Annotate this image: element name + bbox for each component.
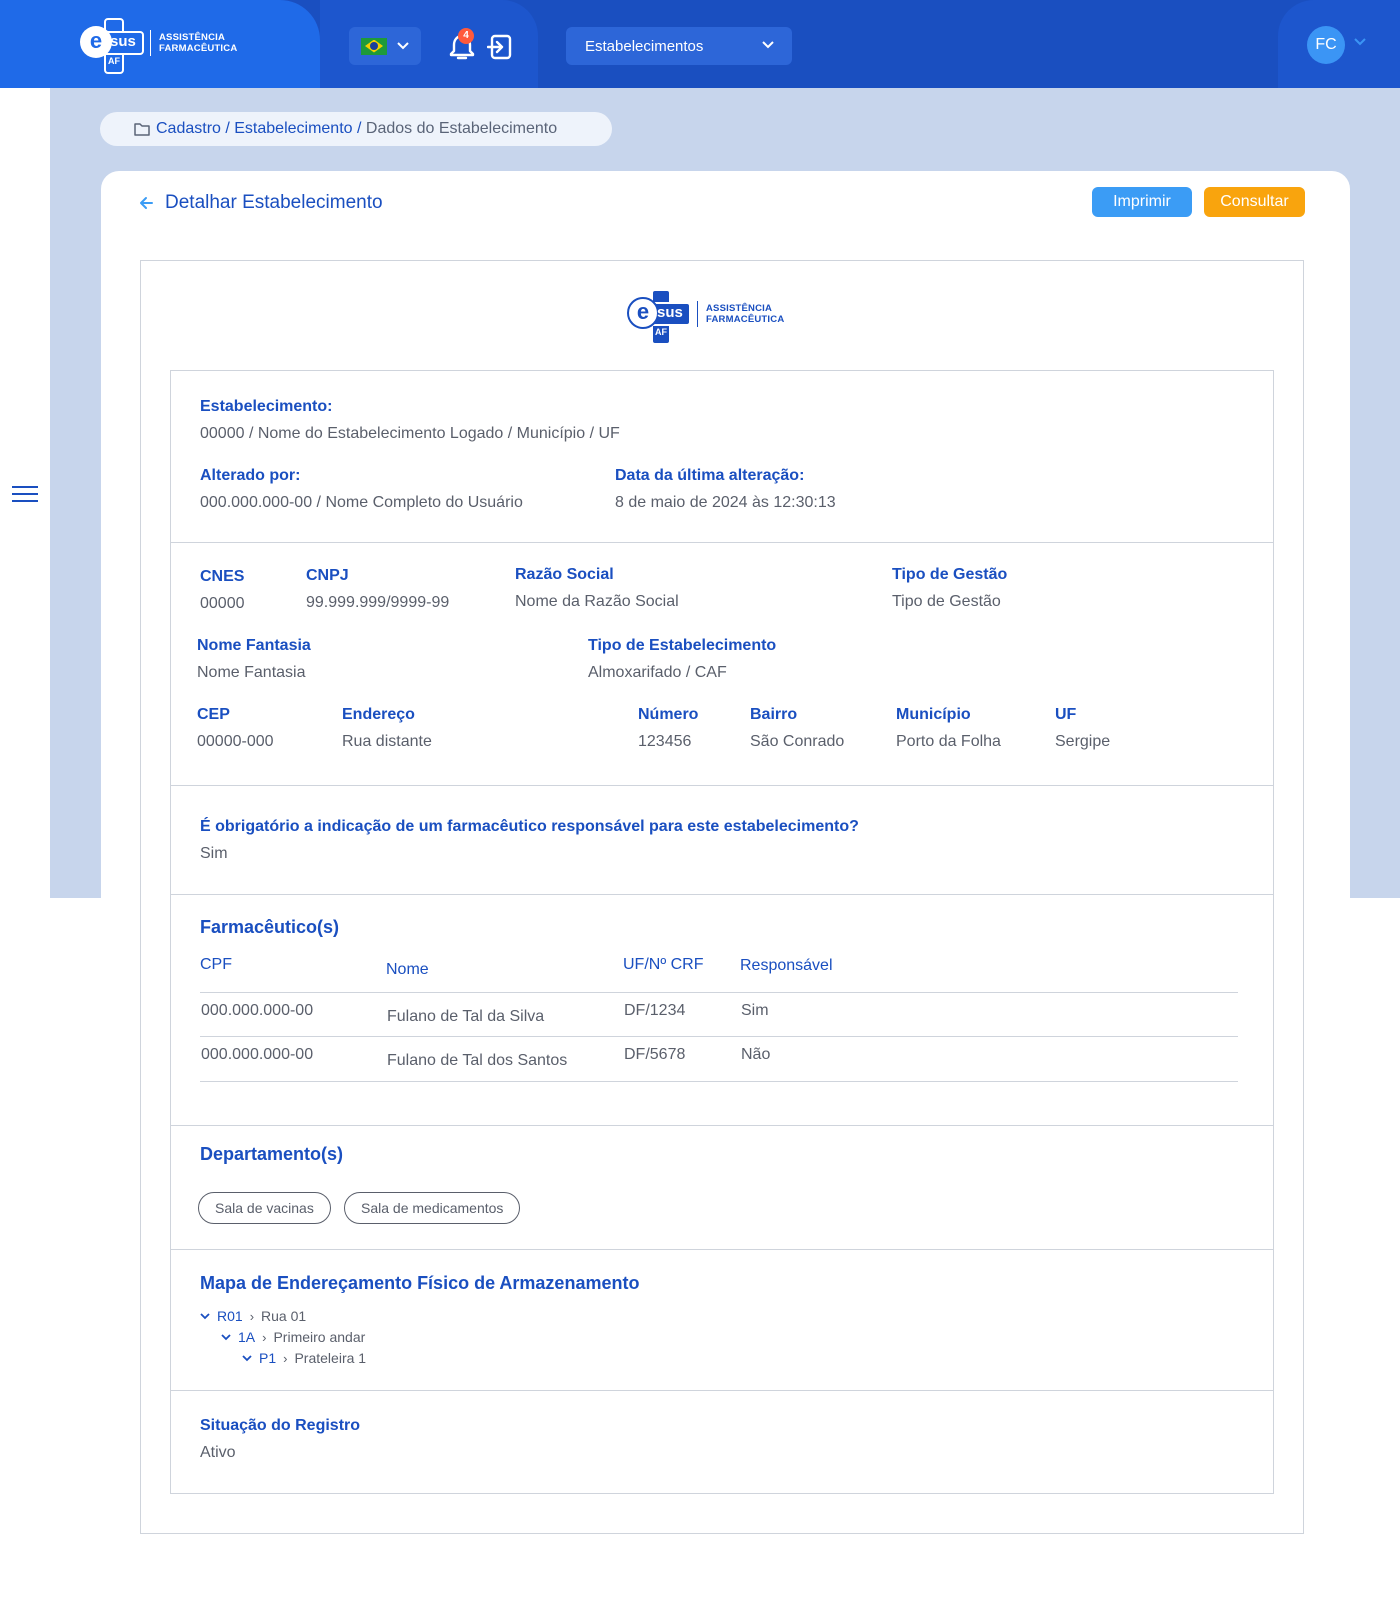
last-change-value: 8 de maio de 2024 às 12:30:13 xyxy=(615,494,836,511)
app-logo[interactable]: e sus AF ASSISTÊNCIA FARMACÊUTICA xyxy=(80,18,238,74)
folder-icon xyxy=(134,123,150,136)
uf-value: Sergipe xyxy=(1055,733,1111,750)
tipo-estabelecimento-label: Tipo de Estabelecimento xyxy=(588,637,777,654)
table-divider xyxy=(200,992,1238,993)
section-divider xyxy=(170,542,1274,543)
tipo-estabelecimento-value: Almoxarifado / CAF xyxy=(588,664,727,681)
section-divider xyxy=(170,1390,1274,1391)
chevron-down-icon[interactable] xyxy=(1354,38,1366,46)
breadcrumb: Cadastro / Estabelecimento / Dados do Es… xyxy=(100,112,612,146)
endereco-label: Endereço xyxy=(342,706,415,723)
nome-cell: Fulano de Tal dos Santos xyxy=(387,1052,568,1069)
altered-by-label: Alterado por: xyxy=(200,467,301,484)
cep-label: CEP xyxy=(197,706,230,723)
page-header: Detalhar Estabelecimento xyxy=(139,192,383,214)
cpf-cell: 000.000.000-00 xyxy=(201,1046,314,1063)
chevron-down-icon[interactable] xyxy=(242,1354,252,1362)
consult-button[interactable]: Consultar xyxy=(1204,187,1305,217)
numero-label: Número xyxy=(638,706,699,723)
establishment-select[interactable]: Estabelecimentos xyxy=(566,27,792,65)
cnes-value: 00000 xyxy=(200,595,245,612)
municipio-label: Município xyxy=(896,706,971,723)
responsavel-cell: Sim xyxy=(741,1002,769,1019)
obligation-question: É obrigatório a indicação de um farmacêu… xyxy=(200,818,859,835)
section-divider xyxy=(170,894,1274,895)
chevron-down-icon[interactable] xyxy=(200,1312,210,1320)
establishment-label: Estabelecimento: xyxy=(200,398,333,415)
status-label: Situação do Registro xyxy=(200,1417,361,1434)
uf-label: UF xyxy=(1055,706,1077,723)
cnpj-label: CNPJ xyxy=(306,567,349,584)
status-value: Ativo xyxy=(200,1444,236,1461)
department-chip: Sala de medicamentos xyxy=(344,1192,521,1224)
municipio-value: Porto da Folha xyxy=(896,733,1001,750)
chevron-right-icon: › xyxy=(283,1350,288,1366)
tipo-gestao-label: Tipo de Gestão xyxy=(892,566,1008,583)
tree-node[interactable]: R01 › Rua 01 xyxy=(200,1308,306,1324)
tipo-gestao-value: Tipo de Gestão xyxy=(892,593,1001,610)
cep-value: 00000-000 xyxy=(197,733,274,750)
crf-cell: DF/5678 xyxy=(624,1046,686,1063)
storage-map-title: Mapa de Endereçamento Físico de Armazena… xyxy=(200,1273,640,1293)
table-divider xyxy=(200,1036,1238,1037)
esus-logo-mark: e sus AF xyxy=(627,289,691,345)
brand-text: ASSISTÊNCIA FARMACÊUTICA xyxy=(706,303,785,325)
brand-text: ASSISTÊNCIA FARMACÊUTICA xyxy=(159,32,238,54)
establishment-value: 00000 / Nome do Estabelecimento Logado /… xyxy=(200,425,620,442)
page-title: Detalhar Estabelecimento xyxy=(165,192,383,213)
chevron-down-icon xyxy=(762,41,774,49)
obligation-answer: Sim xyxy=(200,845,228,862)
razao-social-label: Razão Social xyxy=(515,566,614,583)
brand-area: e sus AF ASSISTÊNCIA FARMACÊUTICA xyxy=(0,0,320,88)
numero-value: 123456 xyxy=(638,733,692,750)
brazil-flag-icon xyxy=(361,37,387,55)
breadcrumb-path[interactable]: Cadastro / Estabelecimento / xyxy=(156,120,366,137)
altered-by-value: 000.000.000-00 / Nome Completo do Usuári… xyxy=(200,494,523,511)
tree-node[interactable]: 1A › Primeiro andar xyxy=(221,1329,365,1345)
nome-fantasia-label: Nome Fantasia xyxy=(197,637,311,654)
menu-icon[interactable] xyxy=(12,486,38,504)
razao-social-value: Nome da Razão Social xyxy=(515,593,679,610)
endereco-value: Rua distante xyxy=(342,733,432,750)
cnes-label: CNES xyxy=(200,568,245,585)
user-avatar[interactable]: FC xyxy=(1307,26,1345,64)
language-select[interactable] xyxy=(349,27,421,65)
responsavel-cell: Não xyxy=(741,1046,771,1063)
esus-logo-mark: e sus AF xyxy=(80,18,144,74)
logout-icon[interactable] xyxy=(487,33,513,61)
table-header-cpf: CPF xyxy=(200,956,232,973)
cpf-cell: 000.000.000-00 xyxy=(201,1002,314,1019)
bairro-value: São Conrado xyxy=(750,733,845,750)
last-change-label: Data da última alteração: xyxy=(615,467,805,484)
notification-badge: 4 xyxy=(458,28,474,44)
chevron-right-icon: › xyxy=(262,1329,267,1345)
pharmacists-title: Farmacêutico(s) xyxy=(200,917,340,937)
arrow-left-icon[interactable] xyxy=(139,196,153,210)
bairro-label: Bairro xyxy=(750,706,798,723)
section-divider xyxy=(170,1249,1274,1250)
tree-node[interactable]: P1 › Prateleira 1 xyxy=(242,1350,366,1366)
departments-title: Departamento(s) xyxy=(200,1144,344,1164)
table-header-nome: Nome xyxy=(386,961,429,978)
nome-fantasia-value: Nome Fantasia xyxy=(197,664,306,681)
department-chip: Sala de vacinas xyxy=(198,1192,331,1224)
table-header-responsavel: Responsável xyxy=(740,957,833,974)
crf-cell: DF/1234 xyxy=(624,1002,686,1019)
nome-cell: Fulano de Tal da Silva xyxy=(387,1008,545,1025)
chevron-right-icon: › xyxy=(249,1308,255,1324)
section-divider xyxy=(170,785,1274,786)
print-button[interactable]: Imprimir xyxy=(1092,187,1192,217)
section-divider xyxy=(170,1125,1274,1126)
document-logo: e sus AF ASSISTÊNCIA FARMACÊUTICA xyxy=(627,289,785,345)
cnpj-value: 99.999.999/9999-99 xyxy=(306,594,450,611)
table-header-crf: UF/Nº CRF xyxy=(623,956,704,973)
table-divider xyxy=(200,1081,1238,1082)
breadcrumb-current: Dados do Estabelecimento xyxy=(365,120,558,137)
chevron-down-icon[interactable] xyxy=(221,1333,231,1341)
chevron-down-icon xyxy=(397,42,409,50)
